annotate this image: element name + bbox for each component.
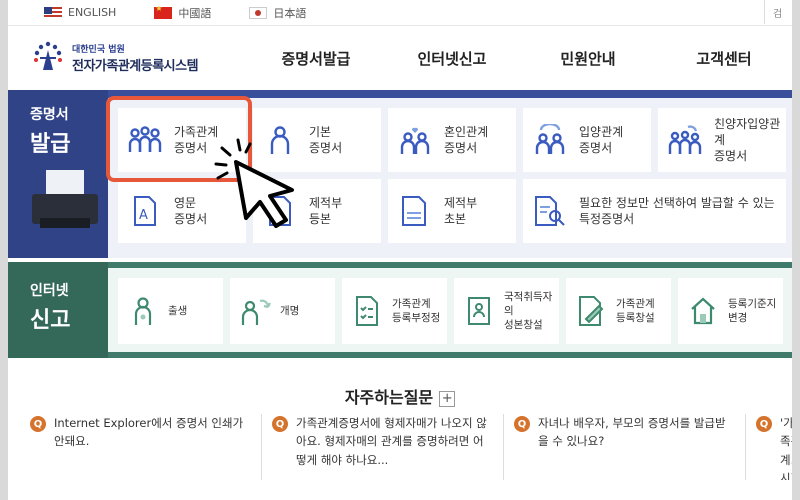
faq-item[interactable]: Q '가족관계... 시지가 되지 않 (756, 414, 792, 480)
card-naturalized-surname[interactable]: 국적취득자의 성본창설 (454, 278, 559, 344)
question-icon: Q (514, 416, 530, 432)
full-adoption-icon (668, 122, 702, 158)
card-rename-report[interactable]: 개명 (230, 278, 335, 344)
faq-item[interactable]: Q 가족관계증명서에 형제자매가 나오지 않아요. 형제자매의 관계를 증명하려… (272, 414, 504, 480)
rename-icon (238, 293, 272, 329)
faq-item[interactable]: Q 자녀나 배우자, 부모의 증명서를 발급받을 수 있나요? (514, 414, 746, 480)
card-domicile-change[interactable]: 등록기준지 변경 (678, 278, 783, 344)
browser-viewport: ENGLISH 中國語 日本語 검 (8, 0, 792, 500)
faq-list: Q Internet Explorer에서 증명서 인쇄가 안돼요. Q 가족관… (30, 414, 792, 480)
card-register-extract[interactable]: 제적부 초본 (388, 179, 516, 243)
main-nav: 증명서발급 인터넷신고 민원안내 고객센터 (248, 48, 792, 69)
nav-certificate-issue[interactable]: 증명서발급 (248, 48, 384, 69)
jp-flag-icon (249, 6, 268, 19)
site-header: 대한민국 법원 전자가족관계등록시스템 증명서발급 인터넷신고 민원안내 고객센… (8, 26, 792, 90)
adoption-icon (533, 122, 567, 158)
lang-japanese-label: 日本語 (273, 6, 307, 20)
card-full-adoption-cert[interactable]: 친양자입양관계 증명서 (658, 108, 786, 172)
faq-item[interactable]: Q Internet Explorer에서 증명서 인쇄가 안돼요. (30, 414, 262, 480)
question-icon: Q (30, 416, 46, 432)
card-birth-report[interactable]: 출생 (118, 278, 223, 344)
faq-more-button[interactable]: + (439, 390, 456, 407)
site-title: 전자가족관계등록시스템 (72, 59, 199, 74)
svg-text:A: A (139, 208, 148, 223)
marriage-icon (398, 122, 432, 158)
question-icon: Q (272, 416, 288, 432)
faq-title: 자주하는질문 + (8, 384, 792, 408)
card-registry-correction[interactable]: 가족관계 등록부정정 (342, 278, 447, 344)
internet-report-section: 인터넷 신고 출생 개명 가족관계 등록부정정 국적취득자의 성본창설 가족관계… (8, 262, 792, 358)
language-bar: ENGLISH 中國語 日本語 검 (8, 0, 792, 26)
lang-english[interactable]: ENGLISH (44, 6, 116, 19)
search-document-icon (533, 193, 567, 229)
card-marriage-cert[interactable]: 혼인관계 증명서 (388, 108, 516, 172)
card-specific-cert[interactable]: 필요한 정보만 선택하여 발급할 수 있는 특정증명서 (523, 179, 786, 243)
lang-chinese[interactable]: 中國語 (154, 4, 212, 21)
us-flag-icon (44, 6, 62, 19)
nav-civil-guide[interactable]: 민원안내 (520, 48, 656, 69)
lang-chinese-label: 中國語 (178, 6, 212, 20)
mouse-pointer-icon (214, 138, 294, 228)
checklist-icon (350, 293, 384, 329)
house-icon (686, 293, 720, 329)
nav-internet-report[interactable]: 인터넷신고 (384, 48, 520, 69)
lang-english-label: ENGLISH (68, 6, 117, 19)
id-card-icon (462, 293, 496, 329)
lang-japanese[interactable]: 日本語 (249, 5, 306, 21)
internet-report-section-title: 인터넷 신고 (30, 283, 71, 333)
english-document-icon: A (128, 193, 162, 229)
edit-document-icon (574, 293, 608, 329)
question-icon: Q (756, 416, 772, 432)
certificate-section-title: 증명서 발급 (30, 107, 71, 157)
top-search-button[interactable]: 검 (764, 0, 792, 24)
printer-icon (32, 170, 104, 230)
org-name: 대한민국 법원 (72, 45, 125, 55)
nav-customer-center[interactable]: 고객센터 (656, 48, 792, 69)
court-logo-icon (30, 40, 66, 76)
register-extract-icon (398, 193, 432, 229)
site-logo[interactable]: 대한민국 법원 전자가족관계등록시스템 (30, 40, 242, 76)
birth-icon (126, 293, 160, 329)
card-registry-creation[interactable]: 가족관계 등록창설 (566, 278, 671, 344)
cn-flag-icon (154, 4, 173, 19)
card-adoption-cert[interactable]: 입양관계 증명서 (523, 108, 651, 172)
